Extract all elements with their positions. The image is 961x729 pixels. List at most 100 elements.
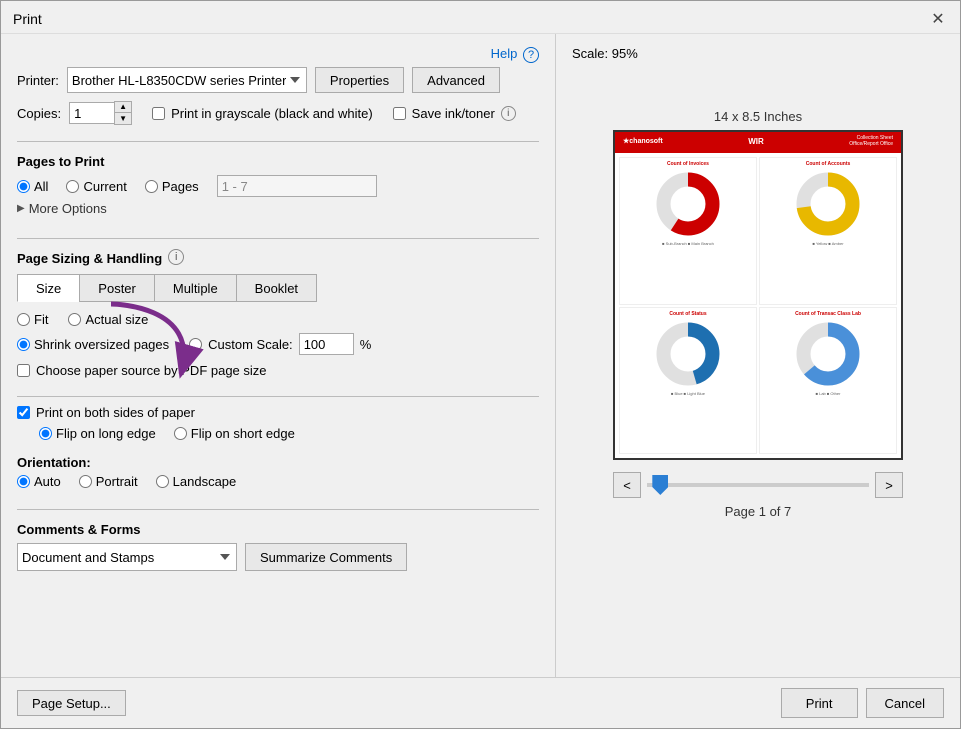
ink-checkbox[interactable] xyxy=(393,107,406,120)
ink-info-icon[interactable]: i xyxy=(501,106,516,121)
fit-radio-item: Fit xyxy=(17,312,48,327)
printer-label: Printer: xyxy=(17,73,59,88)
advanced-button[interactable]: Advanced xyxy=(412,67,500,93)
actual-radio-item: Actual size xyxy=(68,312,148,327)
chart2-donut xyxy=(793,169,863,239)
scale-text: Scale: 95% xyxy=(572,46,638,61)
custom-scale-radio[interactable] xyxy=(189,338,202,351)
landscape-radio[interactable] xyxy=(156,475,169,488)
page-slider-thumb[interactable] xyxy=(652,475,668,495)
tab-poster[interactable]: Poster xyxy=(79,274,154,302)
grayscale-checkbox[interactable] xyxy=(152,107,165,120)
ink-row: Save ink/toner i xyxy=(393,106,516,121)
flip-short-item: Flip on short edge xyxy=(174,426,295,441)
chart1-legend: ■ Sub-Branch ■ Main Branch xyxy=(662,241,714,246)
page-sizing-info-icon[interactable]: i xyxy=(168,249,184,265)
current-radio[interactable] xyxy=(66,180,79,193)
both-sides-section: Print on both sides of paper Flip on lon… xyxy=(17,405,539,445)
shrink-label: Shrink oversized pages xyxy=(34,337,169,352)
page-slider-track xyxy=(647,483,869,487)
grayscale-row: Print in grayscale (black and white) xyxy=(152,106,373,121)
chart3-title: Count of Status xyxy=(669,311,706,317)
comments-section: Comments & Forms Document and Stamps Sum… xyxy=(17,518,539,571)
preview-header: ★chanosoft WIR Collection SheetOffice/Re… xyxy=(615,132,901,150)
flip-short-radio[interactable] xyxy=(174,427,187,440)
more-options-arrow: ▶ xyxy=(17,203,25,214)
page-sizing-header: Page Sizing & Handling i xyxy=(17,247,539,266)
preview-area: ★chanosoft WIR Collection SheetOffice/Re… xyxy=(613,130,903,460)
pages-label: Pages xyxy=(162,179,199,194)
close-button[interactable]: ✕ xyxy=(928,9,948,29)
both-sides-label: Print on both sides of paper xyxy=(36,405,195,420)
bottom-right: Print Cancel xyxy=(781,688,944,718)
preview-logo: ★chanosoft xyxy=(623,137,663,145)
pages-to-print-section: Pages to Print All Current Pages xyxy=(17,150,539,224)
both-sides-option: Print on both sides of paper xyxy=(17,405,539,420)
cancel-button[interactable]: Cancel xyxy=(866,688,944,718)
ink-label: Save ink/toner xyxy=(412,106,495,121)
fit-label: Fit xyxy=(34,312,48,327)
chart1-title: Count of Invoices xyxy=(667,161,709,167)
pages-radio-item: Pages xyxy=(145,179,199,194)
summarize-button[interactable]: Summarize Comments xyxy=(245,543,407,571)
landscape-radio-item: Landscape xyxy=(156,474,237,489)
pages-range-input[interactable] xyxy=(217,175,377,197)
custom-scale-label: Custom Scale: xyxy=(208,337,293,352)
comments-title: Comments & Forms xyxy=(17,522,539,537)
both-sides-checkbox[interactable] xyxy=(17,406,30,419)
prev-page-button[interactable]: < xyxy=(613,472,641,498)
grayscale-label: Print in grayscale (black and white) xyxy=(171,106,373,121)
orientation-section: Orientation: Auto Portrait Landscape xyxy=(17,451,539,493)
printer-select[interactable]: Brother HL-L8350CDW series Printer xyxy=(67,67,307,93)
flip-long-radio[interactable] xyxy=(39,427,52,440)
copies-input-wrap: 1 ▲ ▼ xyxy=(69,101,132,125)
more-options-label: More Options xyxy=(29,201,107,216)
portrait-radio[interactable] xyxy=(79,475,92,488)
sizing-tabs: Size Poster Multiple Booklet xyxy=(17,274,539,302)
flip-long-item: Flip on long edge xyxy=(39,426,156,441)
more-options-row[interactable]: ▶ More Options xyxy=(17,201,539,216)
auto-label: Auto xyxy=(34,474,61,489)
page-setup-button[interactable]: Page Setup... xyxy=(17,690,126,716)
pages-radio[interactable] xyxy=(145,180,158,193)
comments-controls: Document and Stamps Summarize Comments xyxy=(17,543,539,571)
flip-row: Flip on long edge Flip on short edge xyxy=(17,426,539,441)
tab-multiple[interactable]: Multiple xyxy=(154,274,236,302)
auto-radio[interactable] xyxy=(17,475,30,488)
orientation-row: Auto Portrait Landscape xyxy=(17,474,539,489)
shrink-radio[interactable] xyxy=(17,338,30,351)
copies-up-button[interactable]: ▲ xyxy=(115,102,131,113)
preview-chart-3: Count of Status ■ Blue ■ Light Blue xyxy=(619,307,757,455)
copies-spinner: ▲ ▼ xyxy=(114,101,132,125)
choose-paper-option: Choose paper source by PDF page size xyxy=(17,363,539,378)
pages-section-title: Pages to Print xyxy=(17,154,539,169)
comments-select[interactable]: Document and Stamps xyxy=(17,543,237,571)
properties-button[interactable]: Properties xyxy=(315,67,404,93)
chart4-title: Count of Transac Class Lab xyxy=(795,311,861,317)
all-radio[interactable] xyxy=(17,180,30,193)
dialog-body: Help ? Printer: Brother HL-L8350CDW seri… xyxy=(1,34,960,677)
copies-row: Copies: 1 ▲ ▼ xyxy=(17,101,132,125)
choose-paper-checkbox[interactable] xyxy=(17,364,30,377)
tab-booklet[interactable]: Booklet xyxy=(236,274,317,302)
preview-right: Collection SheetOffice/Report Office xyxy=(849,135,893,147)
fit-radio[interactable] xyxy=(17,313,30,326)
copies-down-button[interactable]: ▼ xyxy=(115,113,131,124)
print-button[interactable]: Print xyxy=(781,688,858,718)
tab-size[interactable]: Size xyxy=(17,274,79,302)
portrait-radio-item: Portrait xyxy=(79,474,138,489)
sizing-options: Fit Actual size Shrink oversized pages xyxy=(17,312,539,355)
next-page-button[interactable]: > xyxy=(875,472,903,498)
sizing-row-1: Fit Actual size xyxy=(17,312,539,327)
custom-scale-input[interactable] xyxy=(299,333,354,355)
copies-input[interactable]: 1 xyxy=(69,102,114,124)
pages-radio-row: All Current Pages xyxy=(17,175,539,197)
bottom-bar: Page Setup... Print Cancel xyxy=(1,677,960,728)
custom-scale-item: Custom Scale: % xyxy=(189,333,371,355)
chart4-legend: ■ Lab ■ Other xyxy=(816,391,841,396)
help-link[interactable]: Help ? xyxy=(491,46,539,63)
flip-short-label: Flip on short edge xyxy=(191,426,295,441)
right-panel: Scale: 95% 14 x 8.5 Inches ★chanosoft WI… xyxy=(556,34,960,677)
actual-size-radio[interactable] xyxy=(68,313,81,326)
current-label: Current xyxy=(83,179,126,194)
